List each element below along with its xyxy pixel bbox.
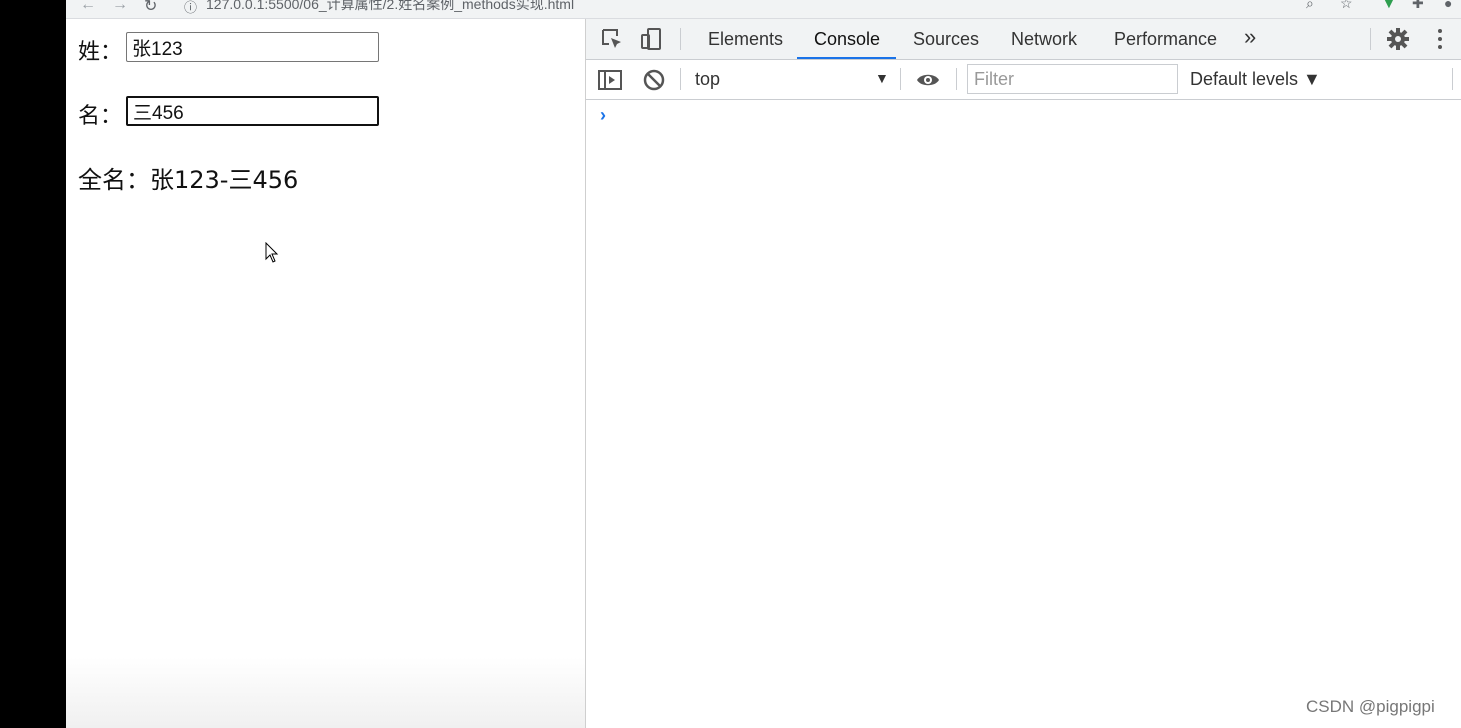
- watermark: CSDN @pigpigpi: [1306, 697, 1435, 716]
- separator: [1370, 28, 1371, 50]
- console-toolbar: top ▼ Default levels ▼: [586, 60, 1461, 100]
- console-filter-input[interactable]: [967, 64, 1178, 94]
- log-levels-dropdown[interactable]: Default levels ▼: [1190, 69, 1321, 90]
- devtools-tab-bar: Elements Console Sources Network Perform…: [586, 19, 1461, 60]
- live-expression-eye-icon[interactable]: [916, 68, 940, 92]
- page-content: 姓： 名： 全名：张123-三456: [66, 19, 585, 728]
- separator: [1452, 68, 1453, 90]
- active-tab-indicator: [797, 57, 896, 59]
- separator: [680, 28, 681, 50]
- browser-toolbar: ← → ↻ ⓘ 127.0.0.1:5500/06_计算属性/2.姓名案例_me…: [66, 0, 1461, 19]
- tab-network[interactable]: Network: [1011, 29, 1077, 50]
- device-toolbar-icon[interactable]: [640, 27, 664, 51]
- separator: [680, 68, 681, 90]
- forward-icon[interactable]: →: [112, 0, 128, 14]
- last-name-input[interactable]: [126, 32, 379, 62]
- context-selector[interactable]: top: [695, 69, 720, 90]
- full-name-display: 全名：张123-三456: [78, 166, 299, 194]
- tab-elements[interactable]: Elements: [708, 29, 783, 50]
- back-icon[interactable]: ←: [80, 0, 96, 14]
- zoom-icon[interactable]: ⌕: [1306, 0, 1314, 12]
- left-black-bar: [0, 0, 66, 728]
- extensions-puzzle-icon[interactable]: ✚: [1412, 0, 1424, 12]
- clear-console-icon[interactable]: [642, 68, 666, 92]
- browser-window: ← → ↻ ⓘ 127.0.0.1:5500/06_计算属性/2.姓名案例_me…: [66, 0, 1461, 728]
- profile-avatar-icon[interactable]: ●: [1444, 0, 1452, 11]
- separator: [900, 68, 901, 90]
- settings-gear-icon[interactable]: [1386, 27, 1410, 51]
- tab-console[interactable]: Console: [814, 29, 880, 50]
- last-name-label: 姓：: [78, 40, 123, 65]
- bookmark-star-icon[interactable]: ☆: [1340, 0, 1353, 12]
- inspect-element-icon[interactable]: [600, 27, 624, 51]
- more-tabs-button[interactable]: »: [1244, 24, 1256, 50]
- address-bar[interactable]: 127.0.0.1:5500/06_计算属性/2.姓名案例_methods实现.…: [206, 0, 574, 14]
- tab-sources[interactable]: Sources: [913, 29, 979, 50]
- tab-performance[interactable]: Performance: [1114, 29, 1217, 50]
- separator: [956, 68, 957, 90]
- context-dropdown-icon[interactable]: ▼: [875, 70, 889, 86]
- more-options-icon[interactable]: [1428, 27, 1452, 51]
- first-name-label: 名：: [78, 104, 123, 129]
- show-sidebar-icon[interactable]: [598, 68, 622, 92]
- mouse-cursor-icon: [265, 242, 279, 263]
- first-name-input[interactable]: [126, 96, 379, 126]
- devtools-panel: Elements Console Sources Network Perform…: [585, 19, 1461, 728]
- console-prompt-icon[interactable]: ›: [600, 105, 606, 126]
- extension-vue-icon[interactable]: ▼: [1382, 0, 1396, 11]
- info-icon[interactable]: ⓘ: [184, 0, 197, 16]
- reload-icon[interactable]: ↻: [144, 0, 157, 16]
